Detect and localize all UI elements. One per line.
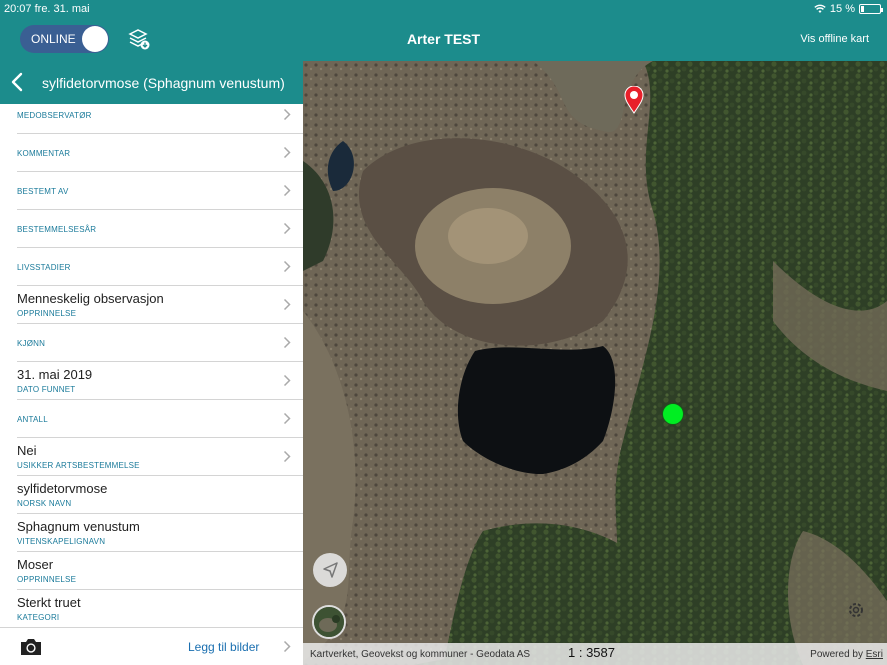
map-scale: 1 : 3587	[568, 645, 615, 660]
species-title: sylfidetorvmose (Sphagnum venustum)	[42, 75, 285, 91]
status-time-date: 20:07 fre. 31. mai	[4, 3, 90, 15]
field-row: Moser OPPRINNELSE	[0, 552, 303, 590]
field-value: Moser	[17, 557, 54, 572]
field-row-inner: KOMMENTAR	[17, 134, 303, 172]
chevron-right-icon	[283, 108, 291, 121]
add-images-row[interactable]: Legg til bilder	[0, 627, 303, 665]
status-right: 15 %	[814, 3, 883, 15]
map-pin-icon[interactable]	[624, 86, 644, 114]
chevron-right-icon	[283, 146, 291, 159]
field-row-inner: Moser OPPRINNELSE	[17, 552, 303, 590]
chevron-right-icon	[283, 336, 291, 349]
field-row[interactable]: BESTEMMELSESÅR	[0, 210, 303, 248]
field-row-inner: LIVSSTADIER	[17, 248, 303, 286]
field-row-inner: BESTEMMELSESÅR	[17, 210, 303, 248]
chevron-right-icon	[283, 298, 291, 311]
field-label: DATO FUNNET	[17, 385, 76, 394]
field-value: Menneskelig observasjon	[17, 291, 164, 306]
chevron-right-icon	[283, 640, 291, 653]
battery-percent: 15 %	[829, 3, 855, 15]
field-row-inner: Menneskelig observasjon OPPRINNELSE	[17, 286, 303, 324]
observation-marker[interactable]	[662, 403, 684, 425]
field-row-inner: Sphagnum venustum VITENSKAPELIGNAVN	[17, 514, 303, 552]
field-label: VITENSKAPELIGNAVN	[17, 537, 106, 546]
field-label: KJØNN	[17, 339, 46, 348]
esri-link[interactable]: Esri	[866, 649, 883, 660]
powered-by-label: Powered by	[810, 649, 863, 660]
map-credits: Kartverket, Geovekst og kommuner - Geoda…	[310, 649, 531, 660]
battery-icon	[859, 4, 883, 14]
app-bar: ONLINE Arter TEST Vis offline kart	[0, 18, 887, 61]
field-label: ANTALL	[17, 415, 48, 424]
chevron-right-icon	[283, 450, 291, 463]
powered-by: Powered by Esri	[810, 649, 883, 660]
field-label: OPPRINNELSE	[17, 575, 77, 584]
field-row-inner: KJØNN	[17, 324, 303, 362]
field-row[interactable]: KOMMENTAR	[0, 134, 303, 172]
back-chevron-icon[interactable]	[10, 72, 24, 92]
field-row: Sphagnum venustum VITENSKAPELIGNAVN	[0, 514, 303, 552]
locate-button[interactable]	[313, 553, 347, 587]
field-row-inner: BESTEMT AV	[17, 172, 303, 210]
status-time: 20:07	[4, 3, 32, 15]
camera-icon[interactable]	[19, 638, 43, 656]
field-row-inner: sylfidetorvmose NORSK NAVN	[17, 476, 303, 514]
field-label: KOMMENTAR	[17, 149, 71, 158]
field-value: Sphagnum venustum	[17, 519, 140, 534]
field-row[interactable]: KJØNN	[0, 324, 303, 362]
status-bar: 20:07 fre. 31. mai 15 %	[0, 0, 887, 18]
field-label: OPPRINNELSE	[17, 309, 77, 318]
field-row[interactable]: Nei USIKKER ARTSBESTEMMELSE	[0, 438, 303, 476]
field-value: 31. mai 2019	[17, 367, 93, 382]
field-row[interactable]: 31. mai 2019 DATO FUNNET	[0, 362, 303, 400]
field-row-inner: 31. mai 2019 DATO FUNNET	[17, 362, 303, 400]
offline-map-link[interactable]: Vis offline kart	[800, 33, 869, 45]
settings-gear-icon[interactable]	[846, 600, 866, 620]
field-value: Nei	[17, 443, 37, 458]
aerial-imagery	[303, 61, 887, 665]
add-images-link[interactable]: Legg til bilder	[188, 640, 259, 654]
field-list: MEDOBSERVATØR KOMMENTAR BESTEMT AV BESTEMME…	[0, 104, 303, 645]
field-row-inner: Nei USIKKER ARTSBESTEMMELSE	[17, 438, 303, 476]
field-row: sylfidetorvmose NORSK NAVN	[0, 476, 303, 514]
panel-header: sylfidetorvmose (Sphagnum venustum)	[0, 61, 303, 104]
chevron-right-icon	[283, 222, 291, 235]
field-row-inner: MEDOBSERVATØR	[17, 104, 303, 134]
observation-panel: sylfidetorvmose (Sphagnum venustum) MEDO…	[0, 61, 303, 665]
location-arrow-icon	[323, 562, 338, 578]
field-row[interactable]: LIVSSTADIER	[0, 248, 303, 286]
field-row[interactable]: ANTALL	[0, 400, 303, 438]
field-label: USIKKER ARTSBESTEMMELSE	[17, 461, 140, 470]
wifi-icon	[814, 4, 826, 13]
chevron-right-icon	[283, 412, 291, 425]
battery-fill	[861, 6, 864, 12]
basemap-switcher-button[interactable]	[312, 605, 346, 639]
chevron-right-icon	[283, 260, 291, 273]
field-row: Sterkt truet KATEGORI	[0, 590, 303, 628]
field-row[interactable]: BESTEMT AV	[0, 172, 303, 210]
field-row-inner: Sterkt truet KATEGORI	[17, 590, 303, 628]
aerial-map[interactable]	[303, 61, 887, 665]
map-attribution-bar: Kartverket, Geovekst og kommuner - Geoda…	[303, 643, 887, 665]
field-label: MEDOBSERVATØR	[17, 111, 92, 120]
field-label: KATEGORI	[17, 613, 60, 622]
field-value: sylfidetorvmose	[17, 481, 108, 496]
chevron-right-icon	[283, 374, 291, 387]
chevron-right-icon	[283, 184, 291, 197]
field-row[interactable]: MEDOBSERVATØR	[0, 104, 303, 134]
status-date: fre. 31. mai	[34, 3, 90, 15]
app-title: Arter TEST	[406, 31, 481, 47]
field-label: NORSK NAVN	[17, 499, 72, 508]
field-row-inner: ANTALL	[17, 400, 303, 438]
field-row[interactable]: Menneskelig observasjon OPPRINNELSE	[0, 286, 303, 324]
field-label: BESTEMMELSESÅR	[17, 225, 97, 234]
field-label: LIVSSTADIER	[17, 263, 71, 272]
field-label: BESTEMT AV	[17, 187, 69, 196]
field-value: Sterkt truet	[17, 595, 81, 610]
